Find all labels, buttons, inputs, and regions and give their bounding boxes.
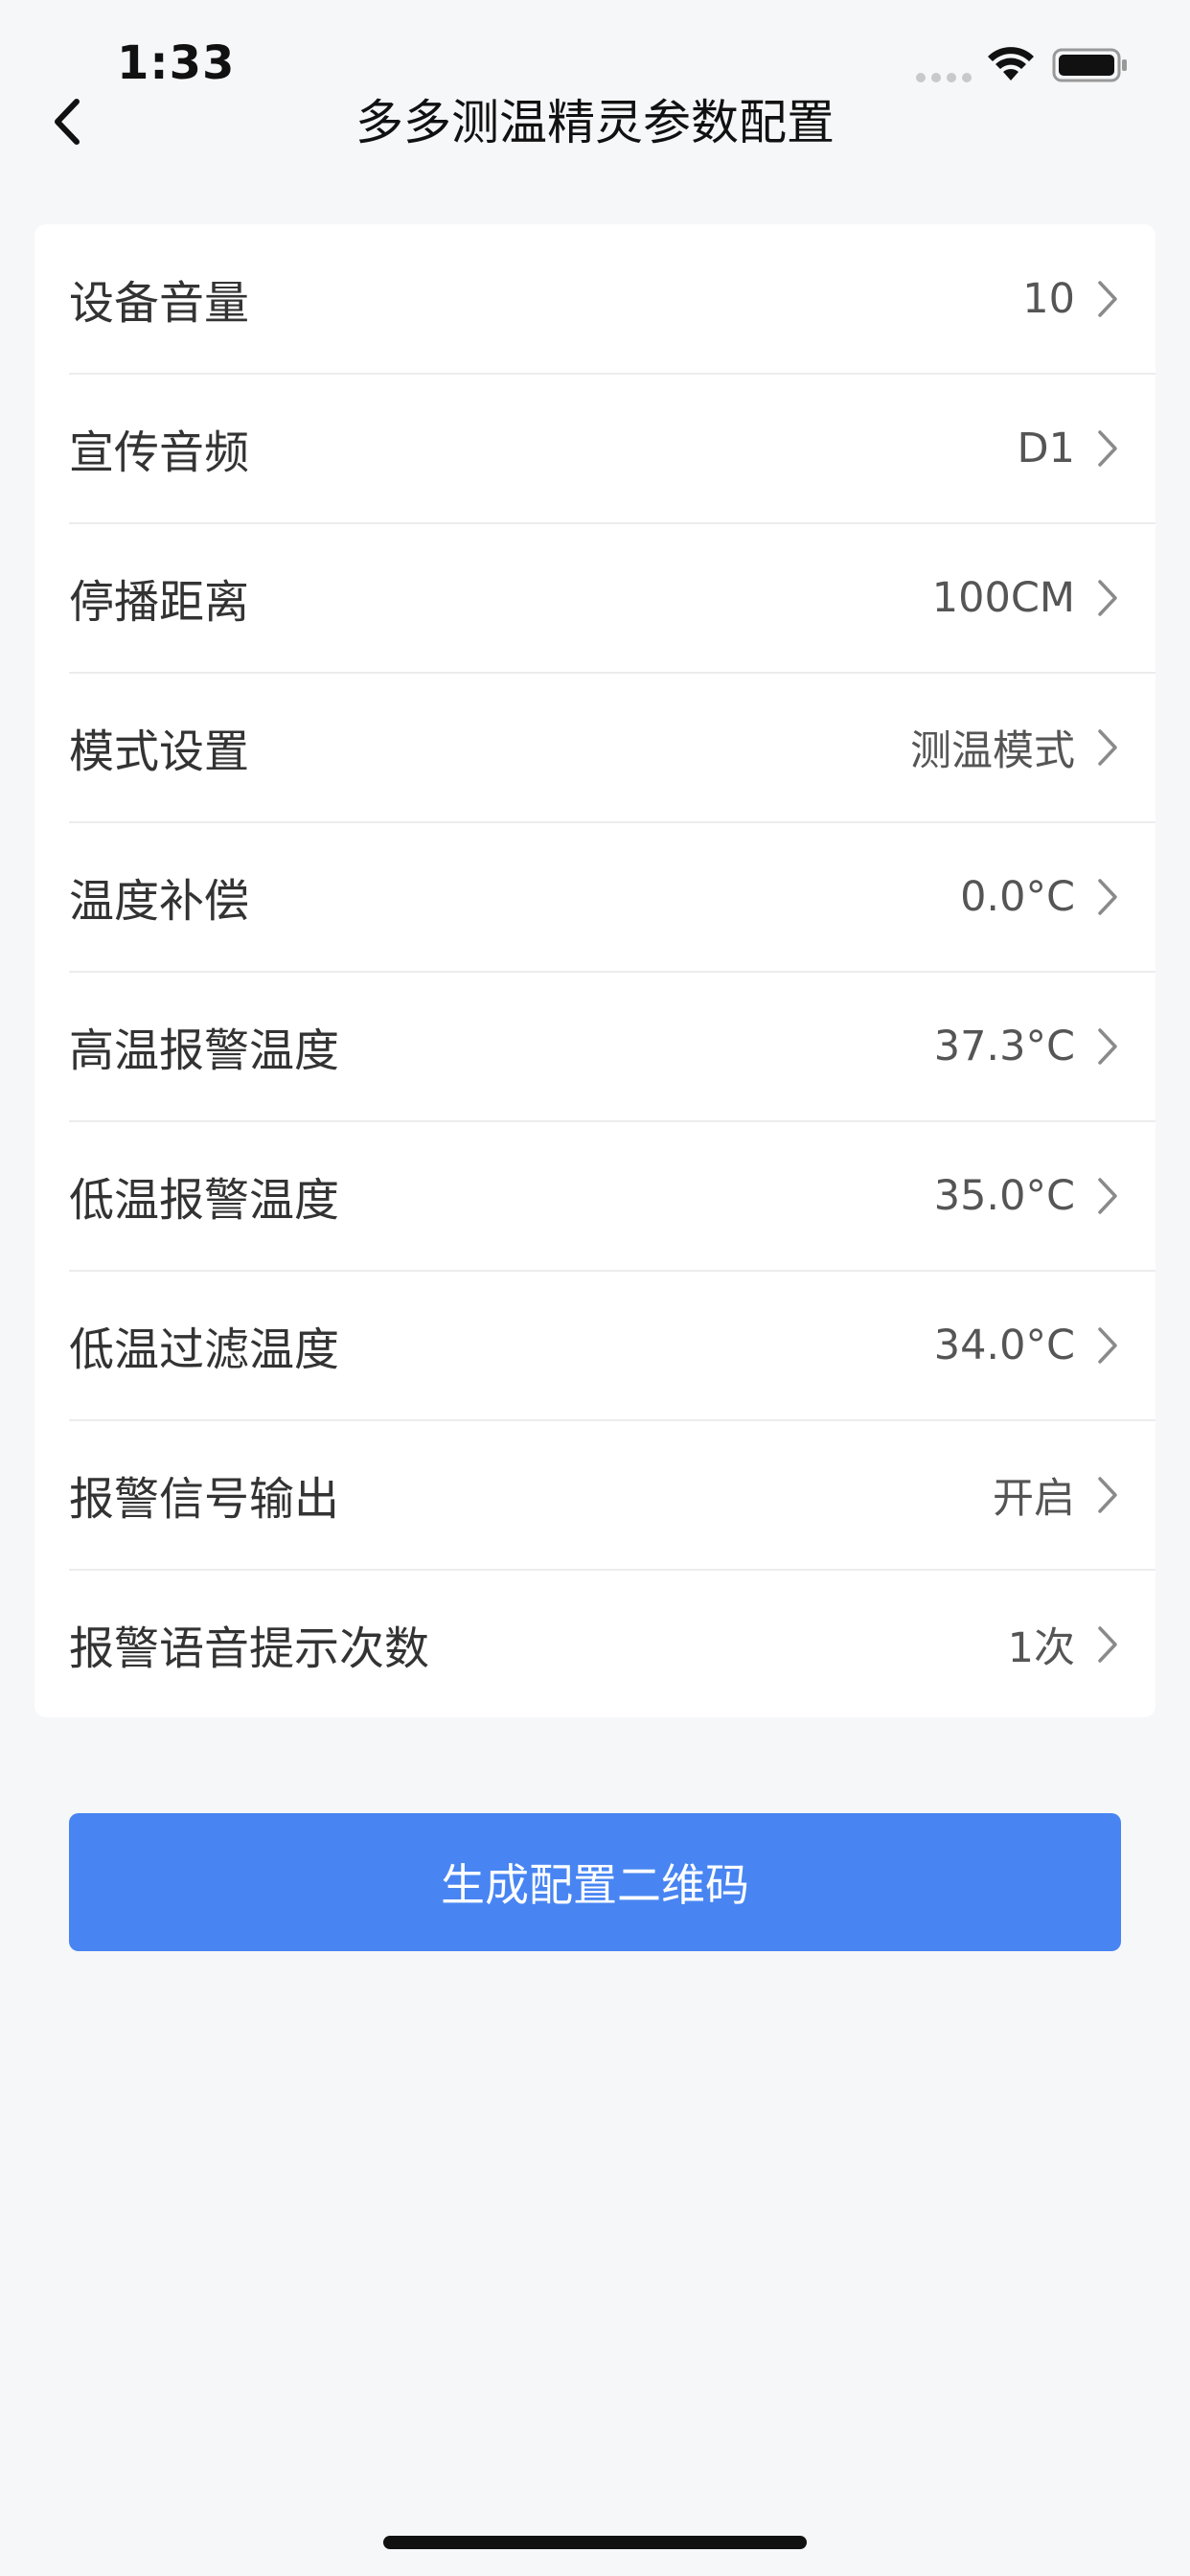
- chevron-right-icon: [1098, 1326, 1117, 1364]
- row-label: 报警语音提示次数: [69, 1622, 429, 1675]
- battery-icon: [1052, 48, 1127, 82]
- chevron-right-icon: [1098, 280, 1117, 317]
- settings-card: 设备音量 10 宣传音频 D1 停播距离 100CM 模式设置 测温模式 温度补…: [34, 224, 1156, 1717]
- settings-row-low-temp-alarm[interactable]: 低温报警温度 35.0°C: [69, 1121, 1156, 1272]
- row-value: 测温模式: [910, 726, 1075, 775]
- chevron-right-icon: [1098, 1625, 1117, 1663]
- row-value: 0.0°C: [960, 872, 1075, 921]
- settings-row-stop-distance[interactable]: 停播距离 100CM: [69, 523, 1156, 674]
- chevron-right-icon: [1098, 429, 1117, 467]
- row-label: 设备音量: [69, 277, 249, 330]
- row-value: 37.3°C: [933, 1022, 1075, 1070]
- row-label: 高温报警温度: [69, 1024, 339, 1077]
- row-label: 低温过滤温度: [69, 1323, 339, 1376]
- row-label: 温度补偿: [69, 875, 249, 928]
- chevron-left-icon[interactable]: [48, 90, 86, 153]
- row-value: 100CM: [931, 573, 1075, 622]
- chevron-right-icon: [1098, 1476, 1117, 1513]
- settings-row-alarm-voice-count[interactable]: 报警语音提示次数 1次: [69, 1570, 1156, 1718]
- generate-qrcode-button[interactable]: 生成配置二维码: [69, 1813, 1121, 1951]
- nav-bar: 多多测温精灵参数配置: [0, 86, 1190, 159]
- row-value: 34.0°C: [933, 1321, 1075, 1369]
- row-label: 停播距离: [69, 576, 249, 629]
- chevron-right-icon: [1098, 878, 1117, 915]
- status-time: 1:33: [117, 36, 236, 90]
- page-title: 多多测温精灵参数配置: [355, 95, 835, 150]
- chevron-right-icon: [1098, 728, 1117, 766]
- signal-dots-icon: [916, 73, 972, 82]
- row-value: 1次: [1007, 1623, 1075, 1672]
- settings-row-device-volume[interactable]: 设备音量 10: [69, 224, 1156, 375]
- settings-row-mode[interactable]: 模式设置 测温模式: [69, 673, 1156, 823]
- settings-row-alarm-signal-output[interactable]: 报警信号输出 开启: [69, 1420, 1156, 1571]
- row-label: 报警信号输出: [69, 1473, 339, 1526]
- row-value: D1: [1017, 424, 1075, 472]
- settings-row-high-temp-alarm[interactable]: 高温报警温度 37.3°C: [69, 972, 1156, 1122]
- chevron-right-icon: [1098, 1177, 1117, 1214]
- row-label: 低温报警温度: [69, 1174, 339, 1227]
- row-value: 10: [1022, 274, 1075, 323]
- row-label: 模式设置: [69, 725, 249, 778]
- home-indicator: [383, 2536, 807, 2549]
- chevron-right-icon: [1098, 1027, 1117, 1065]
- settings-row-promo-audio[interactable]: 宣传音频 D1: [69, 374, 1156, 524]
- chevron-right-icon: [1098, 579, 1117, 616]
- row-label: 宣传音频: [69, 426, 249, 479]
- wifi-icon: [988, 47, 1034, 80]
- settings-row-low-temp-filter[interactable]: 低温过滤温度 34.0°C: [69, 1271, 1156, 1421]
- row-value: 开启: [993, 1474, 1075, 1523]
- settings-row-temp-compensation[interactable]: 温度补偿 0.0°C: [69, 822, 1156, 973]
- row-value: 35.0°C: [933, 1171, 1075, 1220]
